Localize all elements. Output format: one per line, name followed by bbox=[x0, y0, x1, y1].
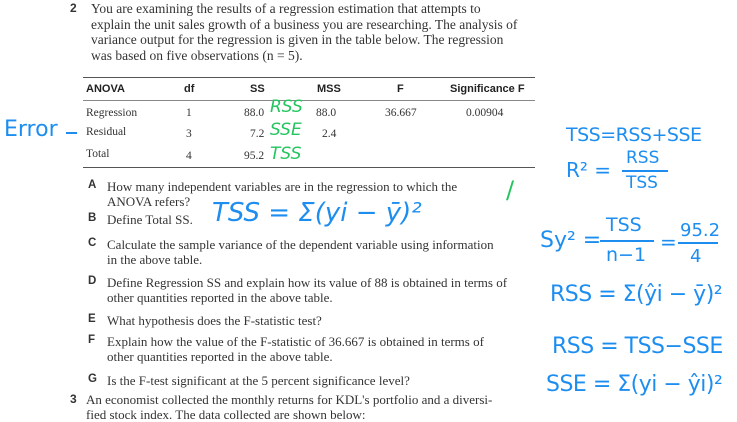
subquestion-line: in the above table. bbox=[107, 252, 203, 267]
subquestion-line: other quantities reported in the above t… bbox=[107, 290, 333, 305]
intro-line: explain the unit sales growth of a busin… bbox=[91, 16, 518, 32]
r-squared-label: R² = bbox=[566, 158, 612, 182]
row-mss: 2.4 bbox=[322, 128, 337, 140]
variance-denominator: n−1 bbox=[606, 244, 647, 266]
rss-definition: RSS = Σ(ŷi − ȳ)² bbox=[550, 282, 723, 307]
rss-annotation: RSS bbox=[270, 97, 303, 117]
subquestion-c: Calculate the sample variance of the dep… bbox=[107, 237, 547, 267]
subquestion-b: Define Total SS. bbox=[107, 212, 193, 227]
row-f: 36.667 bbox=[385, 107, 417, 119]
subquestion-letter: D bbox=[88, 275, 97, 287]
answer-a-mark: / bbox=[506, 176, 515, 204]
subquestion-line: Calculate the sample variance of the dep… bbox=[107, 237, 494, 252]
question3-line: An economist collected the monthly retur… bbox=[86, 392, 493, 407]
subquestion-letter: E bbox=[88, 313, 96, 325]
row-ss: 95.2 bbox=[244, 150, 265, 162]
subquestion-g: Is the F-test significant at the 5 perce… bbox=[107, 373, 410, 388]
subquestion-letter: C bbox=[88, 237, 97, 249]
answer-b-formula: TSS = Σ(yi − ȳ)² bbox=[212, 198, 422, 228]
subquestion-f: Explain how the value of the F-statistic… bbox=[107, 334, 527, 364]
question-intro: You are examining the results of a regre… bbox=[91, 1, 551, 63]
subquestion-letter: G bbox=[88, 373, 97, 385]
row-mss: 88.0 bbox=[316, 107, 337, 119]
r-squared-numerator: RSS bbox=[626, 148, 660, 168]
row-ss: 7.2 bbox=[250, 128, 265, 140]
variance-value-numerator: 95.2 bbox=[680, 220, 721, 241]
question-number: 2 bbox=[70, 1, 77, 15]
question-number: 3 bbox=[70, 392, 77, 406]
tss-annotation: TSS bbox=[270, 144, 302, 164]
col-header-mss: MSS bbox=[317, 83, 341, 95]
table-top-rule bbox=[83, 77, 535, 78]
subquestion-line: Explain how the value of the F-statistic… bbox=[107, 334, 484, 349]
row-source: Regression bbox=[86, 107, 138, 119]
table-header-rule bbox=[83, 100, 535, 101]
subquestion-d: Define Regression SS and explain how its… bbox=[107, 275, 547, 305]
intro-line: You are examining the results of a regre… bbox=[91, 1, 481, 16]
r-squared-bar bbox=[622, 170, 668, 172]
col-header-ss: SS bbox=[250, 83, 265, 95]
col-header-significance: Significance F bbox=[450, 83, 525, 95]
subquestion-e: What hypothesis does the F-statistic tes… bbox=[107, 313, 322, 328]
error-dash bbox=[66, 132, 77, 134]
sse-definition: SSE = Σ(yi − ŷi)² bbox=[546, 372, 723, 397]
row-ss: 88.0 bbox=[244, 107, 265, 119]
row-df: 1 bbox=[186, 107, 192, 119]
variance-value-bar bbox=[678, 242, 718, 244]
subquestion-letter: A bbox=[88, 179, 97, 191]
row-source: Residual bbox=[86, 126, 127, 138]
row-df: 3 bbox=[186, 128, 192, 140]
row-source: Total bbox=[86, 148, 110, 160]
sse-annotation: SSE bbox=[270, 120, 302, 140]
subquestion-letter: B bbox=[88, 212, 97, 224]
intro-line: was based on five observations (n = 5). bbox=[91, 47, 303, 63]
rss-calculation: RSS = TSS−SSE bbox=[552, 334, 723, 359]
r-squared-denominator: TSS bbox=[626, 173, 658, 193]
subquestion-line: other quantities reported in the above t… bbox=[107, 349, 333, 364]
error-annotation: Error bbox=[4, 117, 58, 142]
row-df: 4 bbox=[186, 150, 192, 162]
subquestion-line: How many independent variables are in th… bbox=[107, 179, 458, 194]
table-bottom-rule bbox=[83, 167, 535, 168]
col-header-anova: ANOVA bbox=[86, 83, 125, 95]
variance-label: Sy² = bbox=[540, 228, 602, 253]
tss-identity: TSS=RSS+SSE bbox=[566, 124, 702, 146]
question3-text: An economist collected the monthly retur… bbox=[86, 392, 536, 422]
subquestion-letter: F bbox=[88, 334, 96, 346]
col-header-f: F bbox=[397, 83, 404, 95]
col-header-df: df bbox=[184, 83, 195, 95]
intro-line: variance output for the regression is gi… bbox=[91, 32, 504, 47]
variance-numerator: TSS bbox=[606, 214, 642, 236]
variance-bar bbox=[600, 240, 654, 242]
subquestion-line: Define Regression SS and explain how its… bbox=[107, 275, 508, 290]
variance-value-denominator: 4 bbox=[690, 246, 702, 267]
equals-sign: = bbox=[660, 230, 677, 254]
row-significance: 0.00904 bbox=[466, 107, 504, 119]
